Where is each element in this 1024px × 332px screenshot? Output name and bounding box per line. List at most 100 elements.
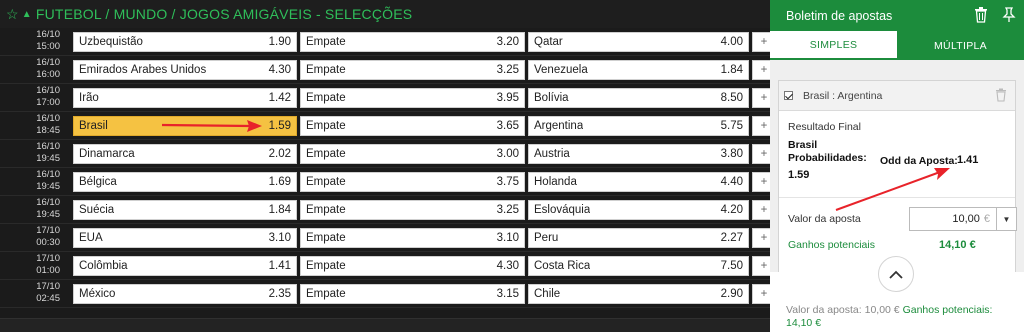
home-odd-button[interactable]: Bélgica 1.69 <box>73 172 297 192</box>
collapse-triangle-icon[interactable]: ▲ <box>22 9 32 20</box>
potential-winnings-value: 14,10 € <box>939 239 976 251</box>
draw-label: Empate <box>306 92 346 104</box>
draw-odd-button[interactable]: Empate 3.10 <box>300 228 525 248</box>
home-odd-button[interactable]: Uzbequistão 1.90 <box>73 32 297 52</box>
match-time: 00:30 <box>36 237 60 248</box>
plus-icon: + <box>760 36 768 48</box>
home-odd: 4.30 <box>268 64 291 76</box>
more-markets-button[interactable]: + <box>752 172 770 192</box>
draw-odd-button[interactable]: Empate 3.65 <box>300 116 525 136</box>
chevron-up-icon <box>889 270 903 279</box>
bet-odd-label: Odd da Aposta: <box>880 155 958 167</box>
more-markets-button[interactable]: + <box>752 88 770 108</box>
away-odd: 4.40 <box>720 176 743 188</box>
draw-odd-button[interactable]: Empate 3.15 <box>300 284 525 304</box>
away-odd-button[interactable]: Áustria 3.80 <box>528 144 749 164</box>
home-team: Irão <box>79 92 99 104</box>
match-datetime: 16/10 19:45 <box>12 169 60 193</box>
more-markets-button[interactable]: + <box>752 32 770 52</box>
plus-icon: + <box>760 260 768 272</box>
more-markets-button[interactable]: + <box>752 116 770 136</box>
draw-odd: 3.00 <box>496 148 519 160</box>
away-odd-button[interactable]: Qatar 4.00 <box>528 32 749 52</box>
match-datetime: 16/10 15:00 <box>12 29 60 53</box>
probabilities-label: Probabilidades: <box>788 152 867 164</box>
stake-dropdown-button[interactable]: ▼ <box>997 207 1017 231</box>
match-time: 19:45 <box>36 209 60 220</box>
away-odd-button[interactable]: Bolívia 8.50 <box>528 88 749 108</box>
remove-selection-icon[interactable] <box>995 88 1007 102</box>
away-odd: 4.00 <box>720 36 743 48</box>
draw-odd: 3.25 <box>496 204 519 216</box>
draw-odd: 3.65 <box>496 120 519 132</box>
away-odd-button[interactable]: Holanda 4.40 <box>528 172 749 192</box>
home-odd: 1.42 <box>268 92 291 104</box>
home-odd: 1.90 <box>268 36 291 48</box>
draw-label: Empate <box>306 176 346 188</box>
plus-icon: + <box>760 64 768 76</box>
draw-odd-button[interactable]: Empate 3.25 <box>300 200 525 220</box>
star-icon[interactable]: ☆ <box>6 6 19 23</box>
tab-multipla[interactable]: MÚLTIPLA <box>897 31 1024 60</box>
divider <box>779 197 1015 198</box>
more-markets-button[interactable]: + <box>752 284 770 304</box>
trash-icon[interactable] <box>974 7 988 23</box>
chevron-down-icon: ▼ <box>1002 214 1011 224</box>
match-date: 16/10 <box>36 197 60 208</box>
home-odd-button[interactable]: México 2.35 <box>73 284 297 304</box>
more-markets-button[interactable]: + <box>752 200 770 220</box>
tab-simples[interactable]: SIMPLES <box>770 31 897 60</box>
draw-odd-button[interactable]: Empate 4.30 <box>300 256 525 276</box>
selection-checkbox[interactable] <box>784 91 793 100</box>
draw-odd-button[interactable]: Empate 3.95 <box>300 88 525 108</box>
away-team: Holanda <box>534 176 577 188</box>
home-odd-button[interactable]: Brasil 1.59 <box>73 116 297 136</box>
home-odd-button[interactable]: Irão 1.42 <box>73 88 297 108</box>
away-odd: 2.27 <box>720 232 743 244</box>
away-odd-button[interactable]: Argentina 5.75 <box>528 116 749 136</box>
plus-icon: + <box>760 120 768 132</box>
draw-odd: 3.95 <box>496 92 519 104</box>
away-odd: 5.75 <box>720 120 743 132</box>
more-markets-button[interactable]: + <box>752 60 770 80</box>
draw-odd-button[interactable]: Empate 3.20 <box>300 32 525 52</box>
match-date: 16/10 <box>36 85 60 96</box>
home-odd-button[interactable]: Colômbia 1.41 <box>73 256 297 276</box>
away-odd-button[interactable]: Venezuela 1.84 <box>528 60 749 80</box>
home-odd-button[interactable]: Emirados Árabes Unidos 4.30 <box>73 60 297 80</box>
match-row: 16/10 19:45 Dinamarca 2.02 Empate 3.00 Áustria… <box>0 140 770 168</box>
draw-odd-button[interactable]: Empate 3.25 <box>300 60 525 80</box>
stake-input[interactable]: 10,00 € <box>909 207 997 231</box>
away-team: Chile <box>534 288 561 300</box>
home-odd-button[interactable]: EUA 3.10 <box>73 228 297 248</box>
probabilities-value: 1.59 <box>788 169 810 181</box>
draw-label: Empate <box>306 288 346 300</box>
away-odd-button[interactable]: Peru 2.27 <box>528 228 749 248</box>
away-odd-button[interactable]: Eslováquia 4.20 <box>528 200 749 220</box>
match-datetime: 17/10 01:00 <box>12 253 60 277</box>
away-odd: 2.90 <box>720 288 743 300</box>
draw-odd-button[interactable]: Empate 3.75 <box>300 172 525 192</box>
league-header[interactable]: ☆ ▲ FUTEBOL / MUNDO / JOGOS AMIGÁVEIS - … <box>0 0 770 28</box>
away-odd: 4.20 <box>720 204 743 216</box>
home-team: México <box>79 288 116 300</box>
away-odd-button[interactable]: Chile 2.90 <box>528 284 749 304</box>
away-odd-button[interactable]: Costa Rica 7.50 <box>528 256 749 276</box>
home-odd-button[interactable]: Dinamarca 2.02 <box>73 144 297 164</box>
match-time: 16:00 <box>36 69 60 80</box>
home-team: EUA <box>79 232 103 244</box>
match-datetime: 16/10 19:45 <box>12 197 60 221</box>
home-odd-button[interactable]: Suécia 1.84 <box>73 200 297 220</box>
stake-value: 10,00 <box>952 213 980 225</box>
draw-label: Empate <box>306 64 346 76</box>
draw-odd: 3.75 <box>496 176 519 188</box>
collapse-slip-button[interactable] <box>878 256 914 292</box>
more-markets-button[interactable]: + <box>752 228 770 248</box>
more-markets-button[interactable]: + <box>752 256 770 276</box>
pick-label: Brasil <box>788 139 818 151</box>
pin-icon[interactable] <box>1002 7 1016 23</box>
more-markets-button[interactable]: + <box>752 144 770 164</box>
match-datetime: 17/10 00:30 <box>12 225 60 249</box>
match-datetime: 16/10 16:00 <box>12 57 60 81</box>
draw-odd-button[interactable]: Empate 3.00 <box>300 144 525 164</box>
